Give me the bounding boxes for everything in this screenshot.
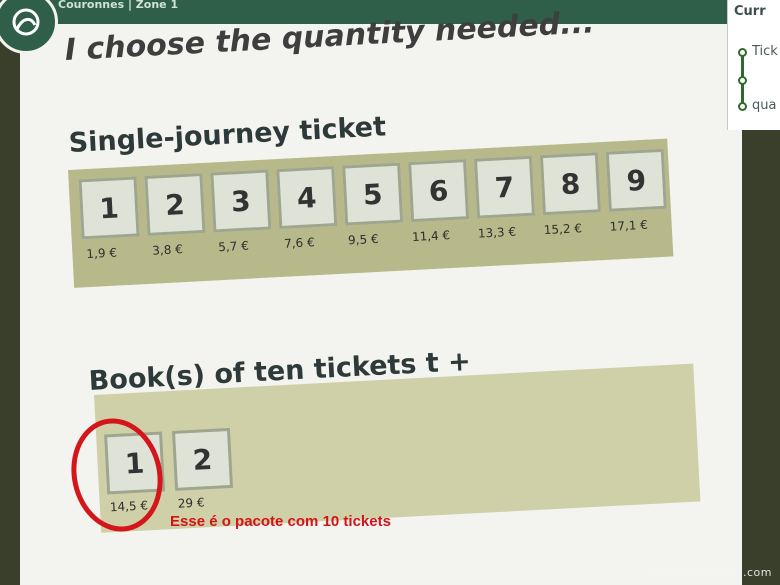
single-ticket-2-button[interactable]: 2	[144, 172, 206, 236]
progress-dot-icon	[738, 48, 747, 57]
single-ticket-1-price: 1,9 €	[86, 245, 118, 262]
breadcrumb: Couronnes | Zone 1	[58, 0, 179, 11]
single-ticket-6-price: 11,4 €	[411, 228, 451, 245]
single-ticket-2-price: 3,8 €	[151, 242, 184, 258]
single-ticket-9-price: 17,1 €	[609, 217, 649, 234]
book-2-button[interactable]: 2	[171, 427, 234, 491]
single-ticket-1-button[interactable]: 1	[78, 176, 140, 240]
single-ticket-8-button[interactable]: 8	[539, 152, 601, 216]
single-ticket-9-button[interactable]: 9	[605, 148, 667, 212]
single-ticket-6-button[interactable]: 6	[408, 159, 470, 223]
watermark: guiamundoafora.com	[645, 566, 772, 579]
single-ticket-7-button[interactable]: 7	[473, 155, 536, 219]
single-ticket-7-price: 13,3 €	[477, 224, 517, 241]
single-ticket-3-price: 5,7 €	[217, 238, 250, 255]
progress-dot-icon	[738, 102, 747, 111]
single-ticket-5-button[interactable]: 5	[342, 162, 404, 226]
single-ticket-4-button[interactable]: 4	[276, 166, 338, 230]
annotation-text: Esse é o pacote com 10 tickets	[170, 513, 391, 530]
single-ticket-8-price: 15,2 €	[543, 221, 583, 238]
side-panel-item: qua	[752, 98, 777, 113]
single-ticket-4-price: 7,6 €	[283, 235, 316, 251]
single-ticket-5-price: 9,5 €	[347, 231, 379, 248]
book-2-price: 29 €	[177, 495, 205, 511]
side-panel-item: Tick	[752, 44, 778, 59]
side-panel-header: Curr	[734, 4, 766, 19]
side-panel: Curr Tick qua	[727, 0, 780, 130]
progress-dot-icon	[738, 76, 747, 85]
single-ticket-3-button[interactable]: 3	[210, 169, 272, 233]
